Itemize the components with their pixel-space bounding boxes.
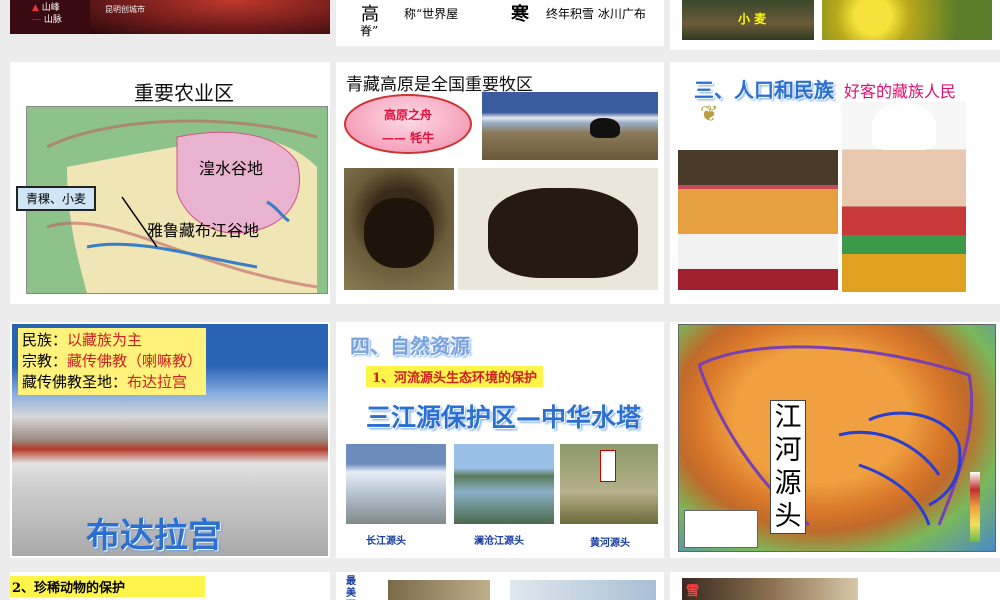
rapeseed-field-photo bbox=[822, 0, 992, 40]
region-label-yarlung: 雅鲁藏布江谷地 bbox=[147, 221, 260, 240]
yangtze-source-photo bbox=[346, 444, 446, 524]
slide-thumbnail-8[interactable]: 四、自然资源 1、河流源头生态环境的保护 三江源保护区—中华水塔 长江源头 澜沧… bbox=[336, 322, 664, 558]
photo-label: 雪 bbox=[686, 584, 700, 599]
yak-body bbox=[488, 188, 638, 278]
legend-peak-label: 山峰 bbox=[41, 3, 60, 13]
map-legend-box bbox=[684, 510, 758, 548]
feature-roof-text: 称“世界屋 bbox=[404, 7, 459, 21]
slide-title: 重要农业区 bbox=[134, 81, 234, 105]
label-char: 源 bbox=[774, 468, 802, 499]
slide-thumbnail-7[interactable]: 民族：以藏族为主 宗教：藏传佛教（喇嘛教） 藏传佛教圣地：布达拉宫 布达拉宫 bbox=[10, 322, 330, 558]
crop-label: 青稞、小麦 bbox=[16, 186, 97, 211]
caption-yangtze: 长江源头 bbox=[366, 536, 406, 547]
river-source-label: 江 河 源 头 bbox=[770, 400, 806, 534]
yak-closeup-photo-1 bbox=[344, 168, 454, 290]
label-char: 河 bbox=[774, 435, 802, 466]
slide-thumbnail-4[interactable]: 重要农业区 湟水谷地 雅鲁藏布江谷地 青稞、小麦 bbox=[10, 62, 330, 304]
feature-cold-text: 终年积雪 冰川广布 bbox=[546, 7, 646, 21]
yak-head bbox=[364, 198, 434, 268]
religion-info-box: 民族：以藏族为主 宗教：藏传佛教（喇嘛教） 藏传佛教圣地：布达拉宫 bbox=[18, 328, 207, 395]
legend-range-label: 山脉 bbox=[43, 15, 62, 25]
slide-thumbnail-2[interactable]: 高 脊” 称“世界屋 寒 终年积雪 冰川广布 bbox=[336, 0, 664, 46]
yak-silhouette bbox=[590, 118, 620, 138]
holy-site-value: 布达拉宫 bbox=[127, 373, 188, 391]
ethnic-label: 民族： bbox=[22, 331, 68, 349]
label-char: 江 bbox=[774, 402, 802, 433]
slide-thumbnail-11[interactable]: 最美丽的 bbox=[336, 572, 664, 600]
feature-cold: 寒 bbox=[511, 4, 529, 25]
caption-lancang: 澜沧江源头 bbox=[474, 536, 524, 547]
lancang-source-photo bbox=[454, 444, 554, 524]
slide-thumbnail-6[interactable]: 三、人口和民族 好客的藏族人民 ❦ bbox=[670, 62, 1000, 304]
slide-thumbnail-5[interactable]: 青藏高原是全国重要牧区 高原之舟 —— 牦牛 bbox=[336, 62, 664, 304]
peak-icon: ▲ bbox=[32, 3, 39, 13]
slide-thumbnail-9[interactable]: 江 河 源 头 bbox=[670, 322, 1000, 558]
range-icon: — bbox=[32, 15, 41, 25]
decorative-flourish: ❦ bbox=[700, 102, 719, 127]
slide-thumbnail-1[interactable]: ▲ 山峰 — 山脉 昆明创城市 bbox=[10, 0, 330, 34]
caption-yellow-river: 黄河源头 bbox=[590, 538, 630, 549]
section-heading: 三、人口和民族 bbox=[694, 78, 834, 102]
elevation-color-scale bbox=[970, 472, 980, 542]
map-legend: ▲ 山峰 — 山脉 bbox=[32, 2, 62, 26]
three-rivers-banner: 三江源保护区—中华水塔 bbox=[366, 403, 642, 432]
slide-thumbnail-10[interactable]: 2、珍稀动物的保护 bbox=[10, 572, 330, 600]
slide-thumbnail-12[interactable]: 雪 bbox=[670, 572, 1000, 600]
tibetan-woman-photo bbox=[842, 102, 966, 292]
label-char: 头 bbox=[774, 501, 802, 532]
sub-heading: 1、河流源头生态环境的保护 bbox=[366, 366, 544, 387]
yak-callout-ellipse: 高原之舟 —— 牦牛 bbox=[344, 94, 472, 154]
religion-value: 藏传佛教（喇嘛教） bbox=[67, 352, 203, 370]
map-caption: 昆明创城市 bbox=[105, 5, 145, 14]
monument-stele bbox=[600, 450, 616, 482]
callout-line1: 高原之舟 bbox=[383, 108, 432, 122]
yak-plateau-photo bbox=[482, 92, 658, 160]
wildlife-photo-2 bbox=[510, 580, 656, 600]
religion-label: 宗教： bbox=[22, 352, 68, 370]
callout-line2: —— 牦牛 bbox=[381, 131, 435, 145]
holy-site-label: 藏传佛教圣地： bbox=[22, 373, 128, 391]
ethnic-value: 以藏族为主 bbox=[67, 331, 143, 349]
fur-hat bbox=[872, 102, 936, 150]
tibetan-dancers-photo bbox=[678, 150, 838, 290]
section-heading: 四、自然资源 bbox=[350, 334, 470, 358]
region-label-huangshui: 湟水谷地 bbox=[199, 159, 264, 178]
yak-closeup-photo-2 bbox=[458, 168, 658, 290]
side-text: 最美丽的 bbox=[346, 576, 356, 599]
potala-art-caption: 布达拉宫 bbox=[86, 516, 222, 556]
wildlife-photo-1 bbox=[388, 580, 490, 600]
yellow-river-source-photo bbox=[560, 444, 658, 524]
snow-leopard-photo bbox=[682, 578, 858, 600]
slide-subtitle: 好客的藏族人民 bbox=[844, 82, 957, 101]
photo-label-icon: 小 麦 bbox=[738, 12, 767, 26]
sub-heading: 2、珍稀动物的保护 bbox=[10, 576, 206, 597]
slide-thumbnail-3[interactable]: 小 麦 bbox=[670, 0, 1000, 50]
feature-high-cont: 脊” bbox=[360, 24, 379, 38]
